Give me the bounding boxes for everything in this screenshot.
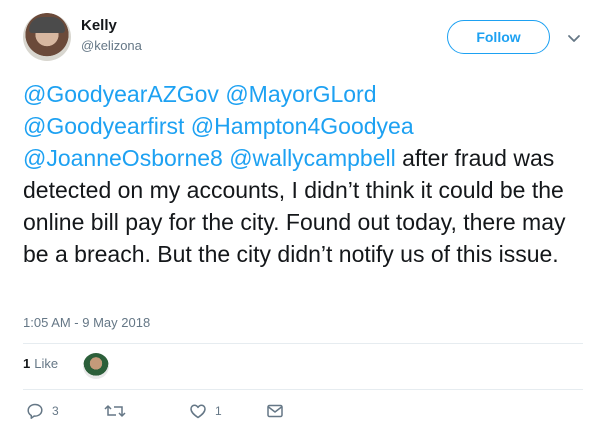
tweet-actions: 3 1 <box>0 402 600 426</box>
like-button[interactable]: 1 <box>189 402 222 420</box>
envelope-icon <box>267 404 283 418</box>
tweet-timestamp[interactable]: 1:05 AM - 9 May 2018 <box>23 315 150 330</box>
avatar[interactable] <box>23 13 71 61</box>
retweet-button[interactable] <box>104 402 134 420</box>
avatar-hat <box>29 17 65 33</box>
follow-button[interactable]: Follow <box>447 20 550 54</box>
mention-link[interactable]: @Goodyearfirst <box>23 113 184 139</box>
retweet-icon <box>104 405 126 417</box>
divider <box>23 343 583 344</box>
mention-link[interactable]: @MayorGLord <box>225 81 376 107</box>
mention-link[interactable]: @JoanneOsborne8 <box>23 145 223 171</box>
user-handle[interactable]: @kelizona <box>81 38 142 53</box>
likes-count: 1 <box>23 356 31 371</box>
reply-icon <box>27 403 43 419</box>
heart-icon <box>190 404 206 419</box>
liker-avatar[interactable] <box>83 353 109 379</box>
tweet-text: @GoodyearAZGov @MayorGLord @Goodyearfirs… <box>23 78 593 270</box>
mention-link[interactable]: @GoodyearAZGov <box>23 81 219 107</box>
mention-link[interactable]: @wallycampbell <box>229 145 396 171</box>
divider <box>23 389 583 390</box>
likes-label: Like <box>34 356 59 371</box>
user-name[interactable]: Kelly <box>81 17 117 34</box>
chevron-down-icon[interactable] <box>566 30 582 46</box>
reply-button[interactable]: 3 <box>26 402 59 420</box>
direct-message-button[interactable] <box>266 402 284 420</box>
mention-link[interactable]: @Hampton4Goodyea <box>191 113 414 139</box>
reply-count: 3 <box>52 404 59 418</box>
like-count: 1 <box>215 404 222 418</box>
likes-summary[interactable]: 1 Like <box>23 356 58 371</box>
